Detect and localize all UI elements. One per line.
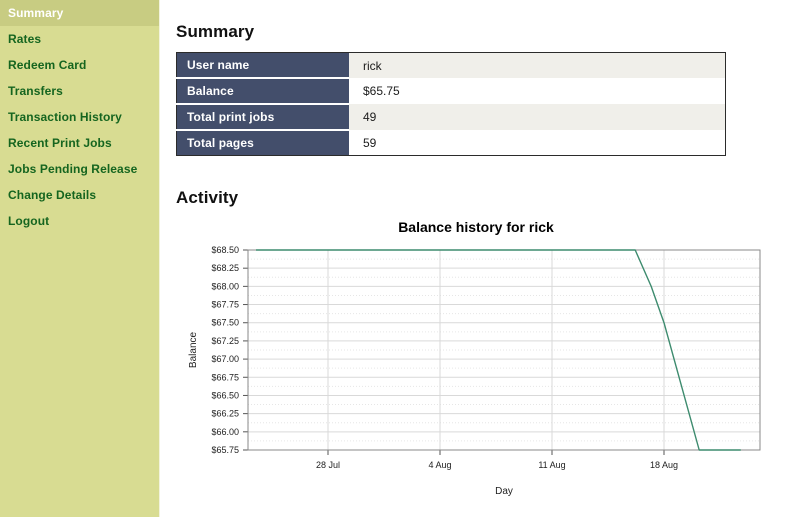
sidebar-item-label: Logout <box>8 214 50 228</box>
chart-ytick-label: $66.50 <box>211 390 239 400</box>
chart-ytick-label: $67.75 <box>211 300 239 310</box>
chart-xtick-label: 28 Jul <box>316 460 340 470</box>
chart-ytick-label: $66.25 <box>211 409 239 419</box>
sidebar-item-label: Rates <box>8 32 42 46</box>
table-row: Total pages 59 <box>176 130 726 156</box>
sidebar-item-label: Summary <box>8 6 64 20</box>
balance-history-chart: Balance history for rick 28 Jul 4 Aug 11 Au… <box>176 208 776 508</box>
sidebar-item-label: Jobs Pending Release <box>8 162 138 176</box>
chart-yaxis-label: Balance <box>188 331 199 368</box>
chart-ytick-label: $67.00 <box>211 354 239 364</box>
sidebar-item-logout[interactable]: Logout <box>0 208 159 234</box>
chart-xtick-label: 11 Aug <box>538 460 565 470</box>
sidebar-navigation: Summary Rates Redeem Card Transfers Transact… <box>0 0 160 517</box>
table-row-value: 49 <box>349 104 726 130</box>
sidebar-item-label: Recent Print Jobs <box>8 136 112 150</box>
table-row-value: 59 <box>349 130 726 156</box>
main-content: Summary User name rick Balance $65.75 Total … <box>160 0 789 517</box>
table-row-key: Total print jobs <box>176 104 349 131</box>
chart-ytick-label: $65.75 <box>211 445 239 455</box>
sidebar-item-recent-print-jobs[interactable]: Recent Print Jobs <box>0 130 159 156</box>
chart-xtick-label: 18 Aug <box>650 460 678 470</box>
sidebar-item-transaction-history[interactable]: Transaction History <box>0 104 159 130</box>
chart-ytick-label: $66.75 <box>211 372 239 382</box>
table-row: Balance $65.75 <box>176 78 726 105</box>
page-title-summary: Summary <box>176 22 255 41</box>
sidebar-item-rates[interactable]: Rates <box>0 26 159 52</box>
table-row-value: $65.75 <box>349 78 726 104</box>
sidebar-item-label: Transaction History <box>8 110 122 124</box>
sidebar-item-change-details[interactable]: Change Details <box>0 182 159 208</box>
sidebar-item-label: Transfers <box>8 84 63 98</box>
table-row-key: Balance <box>176 78 349 105</box>
chart-ytick-label: $68.25 <box>211 263 239 273</box>
chart-xtick-label: 4 Aug <box>428 460 451 470</box>
summary-table: User name rick Balance $65.75 Total print jo… <box>176 52 726 156</box>
table-row: Total print jobs 49 <box>176 104 726 131</box>
sidebar-item-summary[interactable]: Summary <box>0 0 159 26</box>
page-root: Summary Rates Redeem Card Transfers Transact… <box>0 0 789 517</box>
chart-ytick-label: $68.00 <box>211 281 239 291</box>
sidebar-item-jobs-pending-release[interactable]: Jobs Pending Release <box>0 156 159 182</box>
chart-ytick-label: $68.50 <box>211 245 239 255</box>
balance-history-chart-svg: Balance history for rick 28 Jul 4 Aug 11 Au… <box>188 219 761 497</box>
table-row-key: Total pages <box>176 130 349 156</box>
chart-title: Balance history for rick <box>398 219 554 235</box>
table-row-value: rick <box>349 52 726 78</box>
chart-ytick-label: $67.50 <box>211 318 239 328</box>
section-title-activity: Activity <box>176 188 239 207</box>
summary-table-body: User name rick Balance $65.75 Total print jo… <box>176 52 726 156</box>
sidebar-item-transfers[interactable]: Transfers <box>0 78 159 104</box>
table-row: User name rick <box>176 52 726 79</box>
chart-ytick-label: $66.00 <box>211 427 239 437</box>
sidebar-item-label: Redeem Card <box>8 58 87 72</box>
chart-xaxis-label: Day <box>495 486 513 497</box>
sidebar-item-label: Change Details <box>8 188 97 202</box>
sidebar-item-redeem-card[interactable]: Redeem Card <box>0 52 159 78</box>
chart-ytick-label: $67.25 <box>211 336 239 346</box>
table-row-key: User name <box>176 52 349 79</box>
